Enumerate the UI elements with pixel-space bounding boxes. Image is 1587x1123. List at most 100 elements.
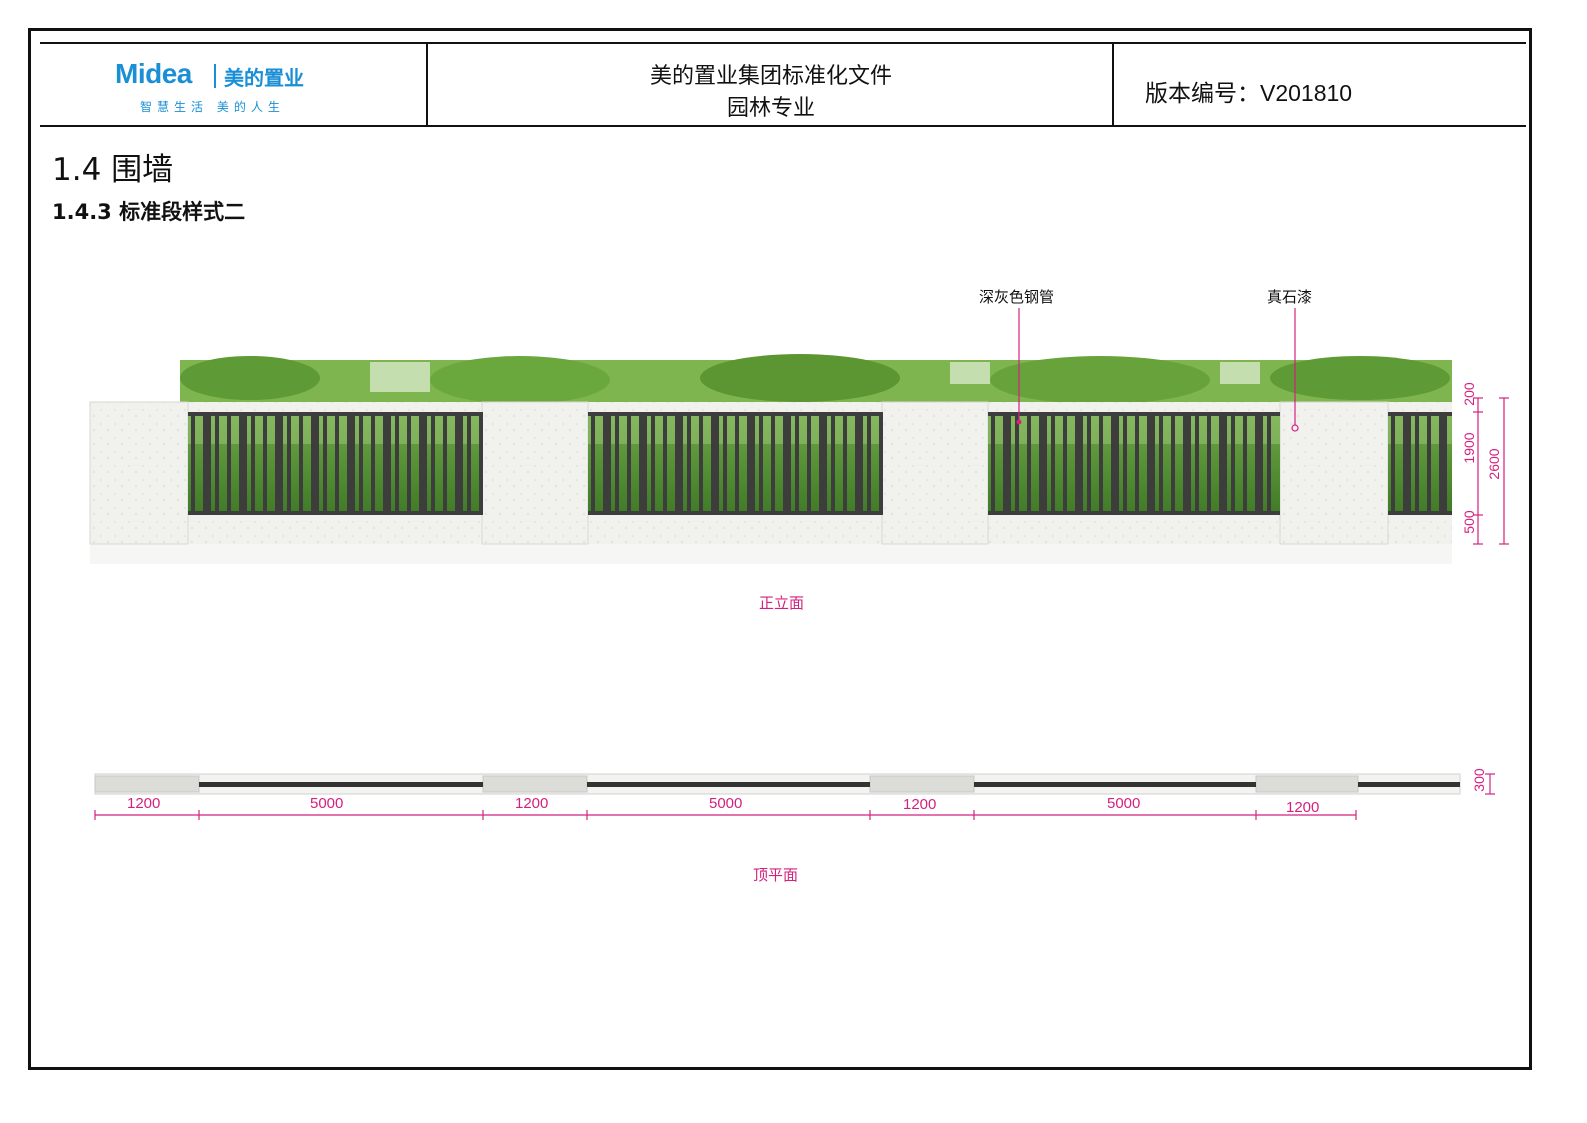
steel-pipe-bar xyxy=(299,412,303,515)
steel-pipe-bar xyxy=(1391,412,1395,515)
plan-view xyxy=(94,773,1461,795)
steel-pipe-bar xyxy=(1231,412,1235,515)
steel-pipe-bar xyxy=(1003,412,1011,515)
steel-pipe-bar xyxy=(443,412,447,515)
steel-pipe-bar xyxy=(287,412,291,515)
steel-pipe-bar xyxy=(311,412,319,515)
steel-pipe-bar xyxy=(215,412,219,515)
steel-pipe-bar xyxy=(699,412,703,515)
dim-width: 5000 xyxy=(709,795,743,812)
steel-pipe-bar xyxy=(383,412,391,515)
steel-pipe-bar xyxy=(359,412,363,515)
steel-pipe-bar xyxy=(1051,412,1055,515)
steel-pipe-bar xyxy=(639,412,647,515)
steel-pipe-bar xyxy=(227,412,231,515)
steel-pipe-bar xyxy=(251,412,255,515)
steel-pipe-bar xyxy=(1135,412,1139,515)
steel-pipe-bar xyxy=(1159,412,1163,515)
steel-pipe-bar xyxy=(627,412,631,515)
dim-width: 1200 xyxy=(903,796,937,813)
steel-pipe-bar xyxy=(1195,412,1199,515)
steel-pipe-bar xyxy=(867,412,871,515)
steel-pipe-bar xyxy=(1099,412,1103,515)
steel-pipe-bar xyxy=(347,412,355,515)
steel-pipe-bar xyxy=(275,412,283,515)
steel-pipe-bar xyxy=(1111,412,1119,515)
steel-pipe-bar xyxy=(723,412,727,515)
steel-pipe-bar xyxy=(1087,412,1091,515)
steel-pipe-bar xyxy=(1039,412,1047,515)
steel-pipe-bar xyxy=(1415,412,1419,515)
steel-pipe-bar xyxy=(991,412,995,515)
steel-pipe-bar xyxy=(1027,412,1031,515)
steel-pipe-bar xyxy=(855,412,863,515)
dim-depth: 300 xyxy=(1471,768,1487,792)
steel-pipe-bar xyxy=(335,412,339,515)
steel-pipe-bar xyxy=(239,412,247,515)
wall-ground-shadow xyxy=(90,544,1452,564)
steel-pipe-bar xyxy=(879,412,883,515)
callout-steel-pipe: 深灰色钢管 xyxy=(979,288,1055,306)
steel-pipe-bar xyxy=(687,412,691,515)
steel-pipe-bar xyxy=(735,412,739,515)
steel-pipe-bar xyxy=(1075,412,1083,515)
steel-pipe-bar xyxy=(431,412,435,515)
dim-height-top: 200 xyxy=(1461,382,1477,406)
steel-pipe-bar xyxy=(615,412,619,515)
plan-caption: 顶平面 xyxy=(753,866,799,884)
steel-pipe-bar xyxy=(747,412,755,515)
steel-pipe-bar xyxy=(1427,412,1431,515)
dim-height-base: 500 xyxy=(1461,510,1477,534)
steel-pipe-bar xyxy=(591,412,595,515)
steel-pipe-bar xyxy=(191,412,195,515)
wall-drawing xyxy=(89,308,1509,820)
steel-pipe-bar xyxy=(467,412,471,515)
steel-pipe-bar xyxy=(1439,412,1447,515)
fence-panels xyxy=(188,412,1452,515)
callout-stone-paint: 真石漆 xyxy=(1267,288,1313,306)
dim-width: 5000 xyxy=(1107,795,1141,812)
steel-pipe-bar xyxy=(371,412,375,515)
steel-pipe-bar xyxy=(323,412,327,515)
steel-pipe-bar xyxy=(759,412,763,515)
dim-height-panel: 1900 xyxy=(1461,432,1477,464)
steel-pipe-bar xyxy=(831,412,835,515)
elevation-caption: 正立面 xyxy=(759,594,805,612)
steel-pipe-bar xyxy=(1219,412,1227,515)
steel-pipe-bar xyxy=(419,412,427,515)
steel-pipe-bar xyxy=(771,412,775,515)
steel-pipe-bar xyxy=(203,412,211,515)
steel-pipe-bar xyxy=(651,412,655,515)
steel-pipe-bar xyxy=(795,412,799,515)
steel-pipe-bar xyxy=(1403,412,1411,515)
steel-pipe-bar xyxy=(1267,412,1271,515)
steel-pipe-bar xyxy=(675,412,683,515)
steel-pipe-bar xyxy=(395,412,399,515)
steel-pipe-bar xyxy=(1183,412,1191,515)
dim-width: 1200 xyxy=(515,795,549,812)
steel-pipe-bar xyxy=(1171,412,1175,515)
dim-width: 5000 xyxy=(310,795,344,812)
steel-pipe-bar xyxy=(603,412,611,515)
dim-height-total: 2600 xyxy=(1486,448,1502,480)
dim-width: 1200 xyxy=(1286,799,1320,816)
steel-pipe-bar xyxy=(783,412,791,515)
steel-pipe-bar xyxy=(1243,412,1247,515)
steel-pipe-bar xyxy=(663,412,667,515)
steel-pipe-bar xyxy=(1123,412,1127,515)
steel-pipe-bar xyxy=(1207,412,1211,515)
steel-pipe-bar xyxy=(807,412,811,515)
steel-pipe-bar xyxy=(1147,412,1155,515)
steel-pipe-bar xyxy=(1015,412,1019,515)
steel-pipe-bar xyxy=(711,412,719,515)
steel-pipe-bar xyxy=(1255,412,1263,515)
steel-pipe-bar xyxy=(843,412,847,515)
steel-pipe-bar xyxy=(455,412,463,515)
steel-pipe-bar xyxy=(1063,412,1067,515)
steel-pipe-bar xyxy=(479,412,483,515)
steel-pipe-bar xyxy=(819,412,827,515)
callout-dot xyxy=(1016,419,1022,425)
steel-pipe-bar xyxy=(407,412,411,515)
steel-pipe-bar xyxy=(263,412,267,515)
dim-width: 1200 xyxy=(127,795,161,812)
